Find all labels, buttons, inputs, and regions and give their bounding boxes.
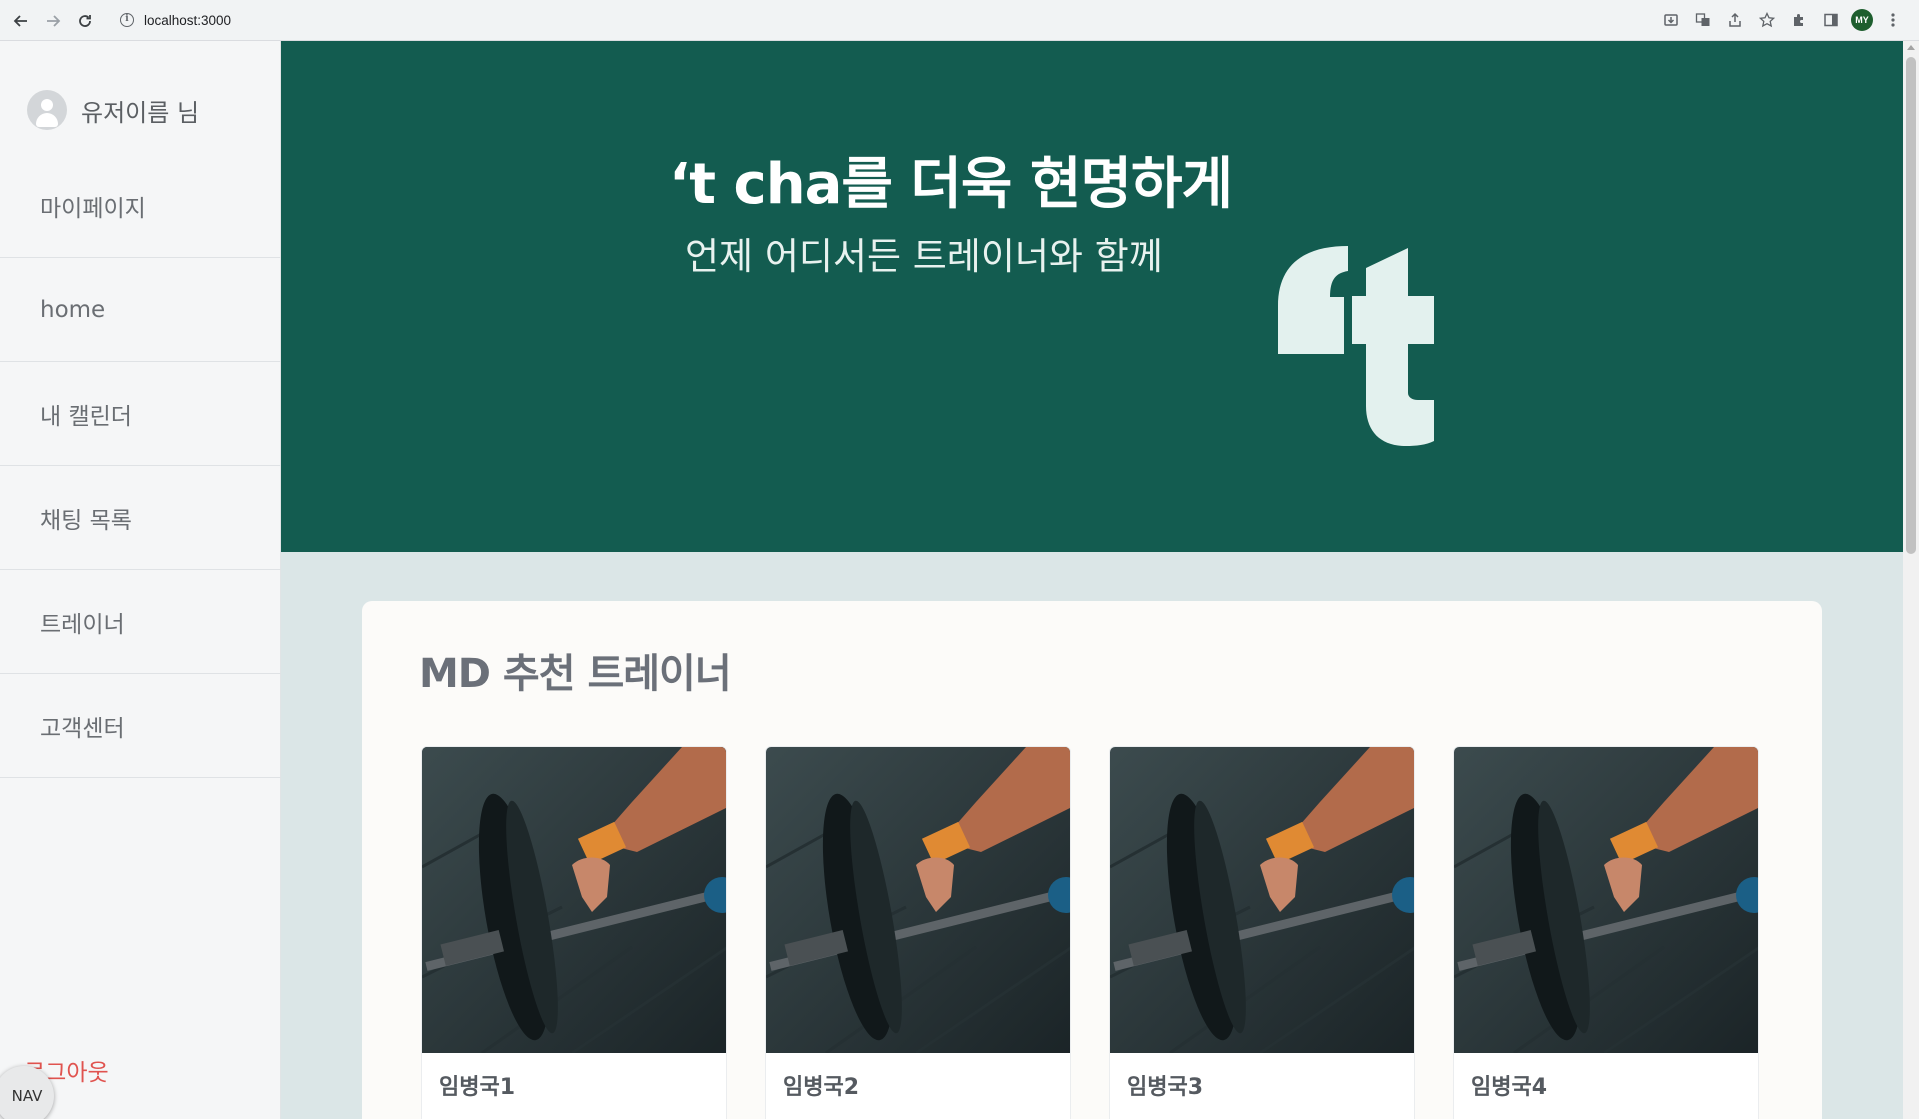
hero-title: ‘t cha를 더욱 현명하게 [669,152,1233,217]
sidebar-item-mypage[interactable]: 마이페이지 [0,154,281,258]
hero-banner: ‘t cha를 더욱 현명하게 언제 어디서든 트레이너와 함께 [281,41,1903,552]
trainer-photo [422,747,726,1053]
trainer-photo [766,747,1070,1053]
page-scrollbar[interactable] [1903,41,1919,1119]
trainer-card[interactable]: 임병국1 헬스 [421,746,727,1119]
tcha-logo [1278,246,1434,446]
side-panel-icon[interactable] [1819,8,1843,32]
sidebar-menu: 마이페이지 home 내 캘린더 채팅 목록 트레이너 고객센터 [0,154,281,778]
sidebar-item-calendar[interactable]: 내 캘린더 [0,362,281,466]
sidebar-item-chat-list[interactable]: 채팅 목록 [0,466,281,570]
info-icon[interactable]: i [120,13,134,27]
address-bar[interactable]: i localhost:3000 [108,4,1784,36]
trainer-name: 임병국2 [783,1075,860,1100]
sidebar-item-customer-center[interactable]: 고객센터 [0,674,281,778]
menu-dots-icon[interactable] [1881,8,1905,32]
trainer-name: 임병국1 [439,1075,516,1100]
forward-arrow-icon[interactable] [41,9,65,33]
user-name: 유저이름 님 [81,98,200,127]
trainer-category: 헬스 [1471,1115,1504,1119]
browser-toolbar: i localhost:3000 MY [0,0,1919,41]
scrollbar-thumb[interactable] [1906,57,1916,554]
translate-icon[interactable] [1691,8,1715,32]
sidebar-item-trainer[interactable]: 트레이너 [0,570,281,674]
section-title: MD 추천 트레이너 [419,651,732,697]
trainer-photo [1454,747,1758,1053]
trainer-photo [1110,747,1414,1053]
trainer-card[interactable]: 임병국2 헬스 [765,746,1071,1119]
md-recommend-section: MD 추천 트레이너 임병국1 임병국2 임병국3 임병국4 [362,601,1822,1119]
profile-avatar[interactable]: MY [1851,9,1873,31]
user-avatar-icon [27,90,67,130]
browser-tools: MY [1659,8,1905,32]
share-icon[interactable] [1723,8,1747,32]
sidebar-item-home[interactable]: home [0,258,281,362]
trainer-card[interactable]: 임병국3 헬스 [1109,746,1415,1119]
trainer-category: 헬스 [439,1115,472,1119]
trainer-card[interactable]: 임병국4 헬스 [1453,746,1759,1119]
hero-subtitle: 언제 어디서든 트레이너와 함께 [685,235,1163,278]
trainer-name: 임병국4 [1471,1075,1548,1100]
main-content: ‘t cha를 더욱 현명하게 언제 어디서든 트레이너와 함께 MD 추천 트… [281,41,1903,1119]
sidebar: 유저이름 님 마이페이지 home 내 캘린더 채팅 목록 트레이너 고객센터 … [0,41,281,1119]
trainer-name: 임병국3 [1127,1075,1204,1100]
install-icon[interactable] [1659,8,1683,32]
star-icon[interactable] [1755,8,1779,32]
user-profile[interactable]: 유저이름 님 [27,90,199,130]
back-arrow-icon[interactable] [9,9,33,33]
trainer-category: 헬스 [1127,1115,1160,1119]
trainer-category: 헬스 [783,1115,816,1119]
scroll-up-icon[interactable] [1907,45,1915,50]
reload-icon[interactable] [73,9,97,33]
extensions-icon[interactable] [1787,8,1811,32]
url-text[interactable]: localhost:3000 [144,13,231,28]
trainer-card-list: 임병국1 헬스 [421,746,1759,1119]
